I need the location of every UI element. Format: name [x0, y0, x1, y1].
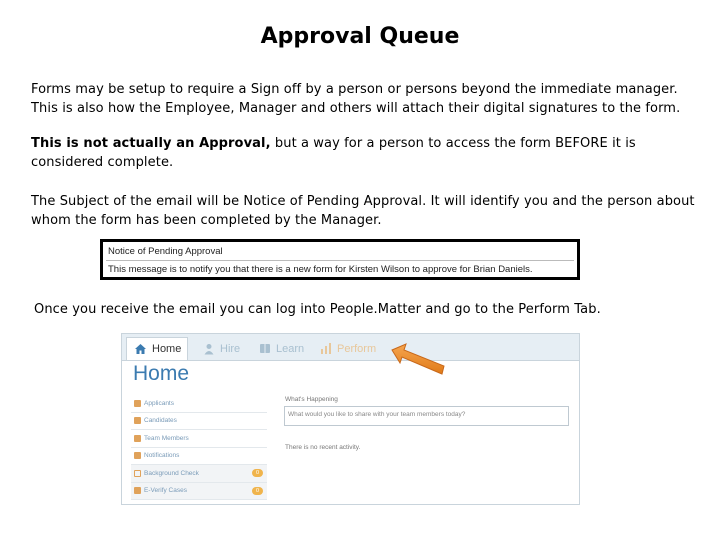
tab-hire-label: Hire — [220, 342, 241, 355]
email-preview: Notice of Pending Approval This message … — [100, 239, 580, 280]
tab-learn-label: Learn — [276, 342, 305, 355]
login-instructions-paragraph: Once you receive the email you can log i… — [34, 302, 601, 317]
sidebar-item-label: Notifications — [144, 452, 180, 460]
tab-home-label: Home — [152, 343, 182, 355]
whats-happening-input[interactable]: What would you like to share with your t… — [284, 406, 569, 426]
sidebar-item-background-check[interactable]: Background Check 0 — [131, 465, 267, 483]
email-divider — [106, 260, 574, 261]
sidebar-item-notifications[interactable]: Notifications — [131, 448, 267, 465]
person-icon — [203, 343, 215, 355]
tab-hire[interactable]: Hire — [196, 337, 247, 360]
arrow-icon — [391, 343, 445, 375]
bar-chart-icon — [320, 343, 332, 354]
tab-learn[interactable]: Learn — [252, 337, 311, 360]
sidebar-item-team-members[interactable]: Team Members — [131, 430, 267, 448]
tab-home[interactable]: Home — [126, 337, 188, 360]
candidates-icon — [134, 417, 141, 425]
tab-bar: Home Hire Learn Perform — [122, 334, 579, 361]
whats-happening-label: What's Happening — [285, 396, 338, 403]
notifications-icon — [134, 452, 141, 460]
count-badge: 0 — [252, 486, 263, 495]
sidebar-item-label: Applicants — [144, 399, 174, 407]
home-icon — [134, 343, 147, 355]
team-members-icon — [134, 434, 141, 442]
email-body: This message is to notify you that there… — [108, 264, 533, 275]
intro-paragraph: Forms may be setup to require a Sign off… — [31, 82, 681, 116]
clarification-paragraph: This is not actually an Approval, but a … — [31, 134, 701, 172]
email-subject-paragraph: The Subject of the email will be Notice … — [31, 194, 695, 228]
e-verify-icon — [134, 487, 141, 495]
tab-perform-label: Perform — [337, 342, 377, 355]
sidebar: Applicants Candidates Team Members Notif… — [131, 395, 267, 500]
peoplematter-screenshot: Home Hire Learn Perform Home Applicants … — [121, 333, 580, 505]
sidebar-item-label: E-Verify Cases — [144, 487, 187, 495]
applicants-icon — [134, 399, 141, 407]
no-activity-message: There is no recent activity. — [285, 444, 361, 451]
page-title: Approval Queue — [260, 24, 460, 49]
sidebar-item-label: Team Members — [144, 434, 189, 442]
sidebar-item-candidates[interactable]: Candidates — [131, 413, 267, 430]
checkbox-icon — [134, 469, 141, 477]
email-subject: Notice of Pending Approval — [108, 246, 223, 257]
clarification-bold: This is not actually an Approval, — [31, 136, 271, 151]
book-icon — [259, 343, 271, 354]
tab-perform[interactable]: Perform — [313, 337, 383, 360]
sidebar-item-e-verify-cases[interactable]: E-Verify Cases 0 — [131, 482, 267, 500]
sidebar-item-applicants[interactable]: Applicants — [131, 395, 267, 413]
app-page-title: Home — [133, 362, 190, 385]
sidebar-item-label: Background Check — [144, 469, 199, 477]
sidebar-item-label: Candidates — [144, 417, 177, 425]
count-badge: 0 — [252, 469, 263, 477]
